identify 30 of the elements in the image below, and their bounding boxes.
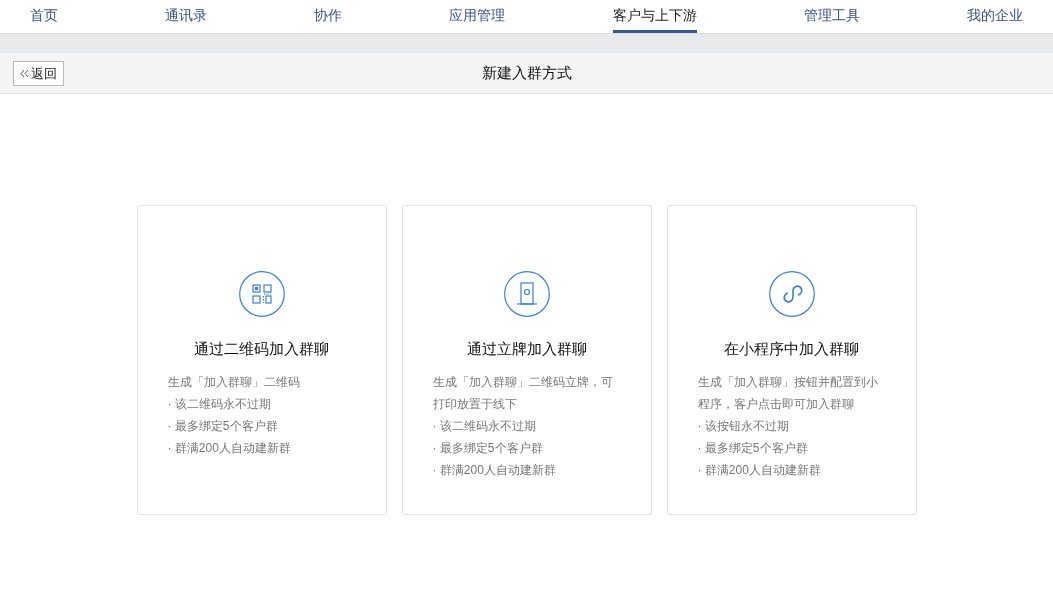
card-description: 生成「加入群聊」二维码立牌，可打印放置于线下 <box>432 373 614 413</box>
feature-point: · 群满200人自动建新群 <box>167 439 292 457</box>
standee-icon <box>503 271 550 317</box>
feature-point: · 最多绑定5个客户群 <box>432 439 544 457</box>
feature-point: · 该二维码永不过期 <box>432 417 537 435</box>
method-card[interactable]: 通过二维码加入群聊 生成「加入群聊」二维码 · 该二维码永不过期 · 最多绑定5个客户群 · 群满200人自动建新群 <box>136 205 387 515</box>
nav-tab[interactable]: 通讯录 <box>165 0 208 33</box>
nav-tab[interactable]: 管理工具 <box>803 0 860 33</box>
page-title: 新建入群方式 <box>481 62 572 83</box>
nav-tab[interactable]: 协作 <box>314 0 343 33</box>
card-title: 通过立牌加入群聊 <box>466 339 587 359</box>
feature-point: · 群满200人自动建新群 <box>432 461 557 479</box>
card-description: 生成「加入群聊」二维码 <box>167 373 301 391</box>
mini-program-icon <box>768 271 815 317</box>
feature-point: · 最多绑定5个客户群 <box>167 417 279 435</box>
feature-point: · 最多绑定5个客户群 <box>697 439 809 457</box>
feature-point: · 群满200人自动建新群 <box>697 461 822 479</box>
qr-code-icon <box>238 271 285 317</box>
back-button[interactable]: 返回 <box>13 61 64 86</box>
feature-point: · 该二维码永不过期 <box>167 395 272 413</box>
card-description: 生成「加入群聊」按钮并配置到小程序，客户点击即可加入群聊 <box>697 373 879 413</box>
nav-tab[interactable]: 应用管理 <box>449 0 506 33</box>
feature-point: · 该按钮永不过期 <box>697 417 790 435</box>
nav-tab[interactable]: 首页 <box>30 0 58 33</box>
card-title: 通过二维码加入群聊 <box>194 339 329 359</box>
method-card[interactable]: 在小程序中加入群聊 生成「加入群聊」按钮并配置到小程序，客户点击即可加入群聊 · 该按钮永不过期 · 最多绑定5个客户群 · 群满200人自动建新群 <box>666 205 917 515</box>
card-title: 在小程序中加入群聊 <box>724 339 859 359</box>
nav-tab[interactable]: 我的企业 <box>966 0 1023 33</box>
double-chevron-left-icon <box>20 69 29 78</box>
method-card[interactable]: 通过立牌加入群聊 生成「加入群聊」二维码立牌，可打印放置于线下 · 该二维码永不过期 · 最多绑定5个客户群 · 群满200人自动建新群 <box>401 205 652 515</box>
